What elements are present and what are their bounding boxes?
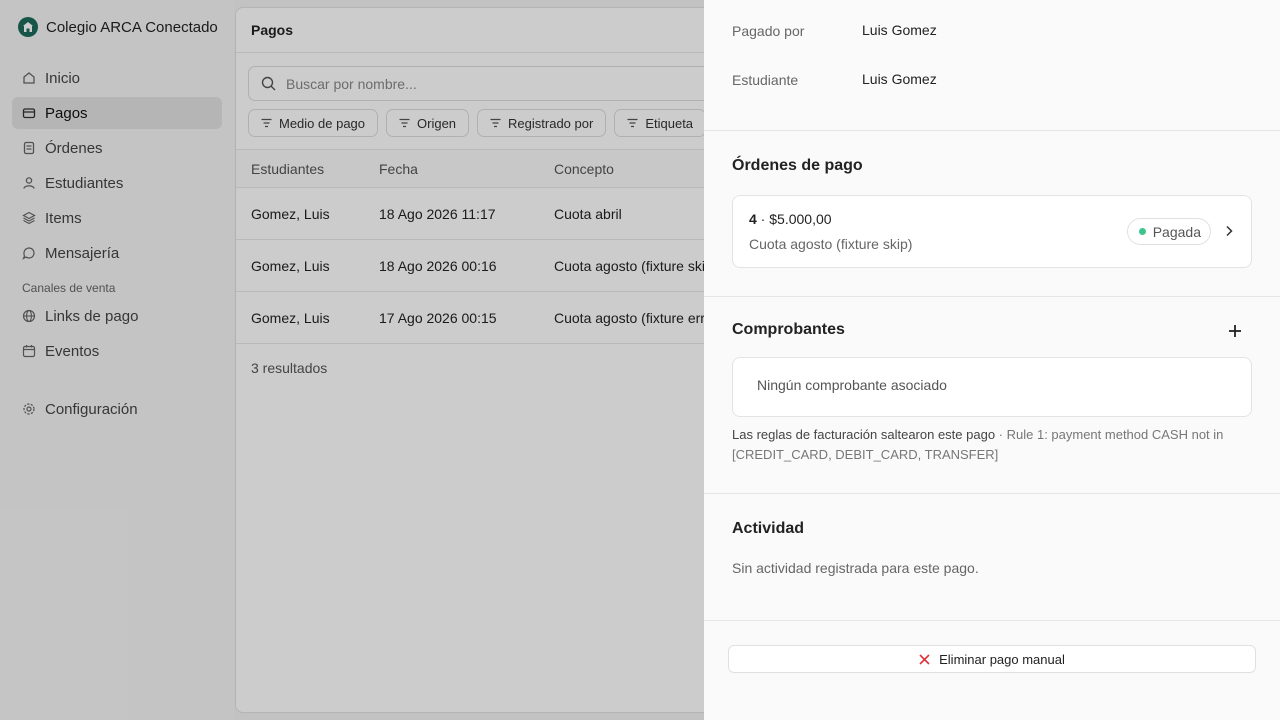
no-receipt-text: Ningún comprobante asociado [757,377,947,393]
paid-by-value: Luis Gomez [862,22,937,38]
billing-rules-note: Las reglas de facturación saltearon este… [732,425,1252,465]
add-receipt-button[interactable] [1228,324,1242,338]
orders-title: Órdenes de pago [732,157,863,174]
student-label: Estudiante [732,72,799,88]
receipts-empty-card: Ningún comprobante asociado [732,357,1252,417]
chevron-right-icon [1226,225,1233,237]
order-card[interactable]: 4 · $5.000,00 Cuota agosto (fixture skip… [732,195,1252,268]
payment-info-section: Pagado por Luis Gomez Estudiante Luis Go… [704,0,1280,131]
order-separator: · [756,211,770,227]
order-amount: $5.000,00 [769,211,832,227]
order-summary: 4 · $5.000,00 [749,211,832,227]
status-label: Pagada [1152,223,1201,240]
delete-manual-payment-button[interactable]: Eliminar pago manual [728,645,1256,673]
activity-title: Actividad [732,520,805,537]
payment-detail-drawer: Pagado por Luis Gomez Estudiante Luis Go… [704,0,1280,720]
student-value: Luis Gomez [862,71,937,87]
billing-note-strong: Las reglas de facturación saltearon este… [732,427,996,442]
receipts-title: Comprobantes [732,321,845,338]
order-concept: Cuota agosto (fixture skip) [749,236,913,252]
order-number: 4 [749,211,757,227]
close-icon [919,653,930,665]
status-dot-icon [1138,228,1146,235]
status-badge: Pagada [1126,218,1211,245]
delete-button-label: Eliminar pago manual [939,651,1065,667]
payment-orders-section: Órdenes de pago 4 · $5.000,00 Cuota agos… [704,131,1280,297]
no-activity-text: Sin actividad registrada para este pago. [732,560,979,576]
activity-section: Actividad [704,494,1280,620]
drawer-footer: Eliminar pago manual [704,620,1280,720]
paid-by-label: Pagado por [732,23,805,39]
